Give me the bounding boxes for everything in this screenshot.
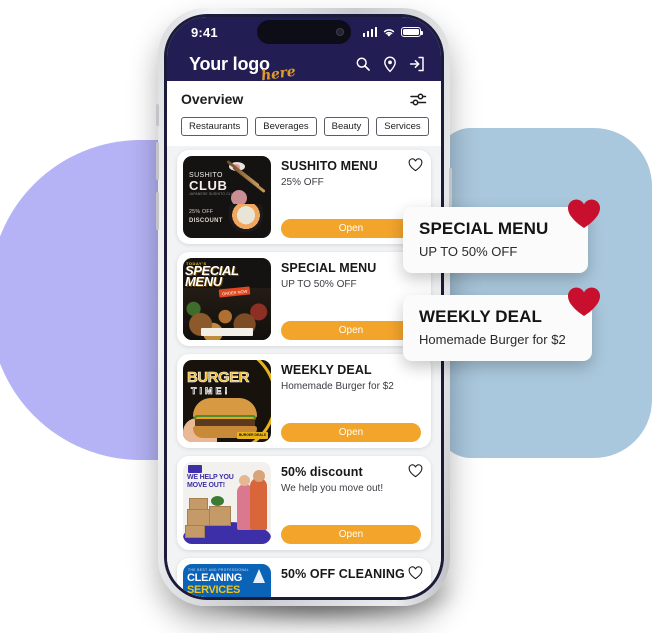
front-camera-icon <box>336 28 344 36</box>
offer-card-body: SPECIAL MENU UP TO 50% OFF Open <box>271 258 425 340</box>
thumbnail-headline: WE HELP YOU MOVE OUT! <box>187 474 234 489</box>
box-art <box>187 509 211 526</box>
dynamic-island <box>257 20 351 44</box>
offer-card-body: WEEKLY DEAL Homemade Burger for $2 Open <box>271 360 425 442</box>
thumbnail-brand: SUSHITO CLUB <box>189 172 228 193</box>
thumbnail-brand-line2: CLUB <box>189 178 228 193</box>
offer-title: SPECIAL MENU <box>281 261 377 275</box>
login-icon[interactable] <box>409 56 425 72</box>
person-head-art <box>239 475 250 486</box>
thumbnail-headline-line2: SERVICES <box>187 584 241 596</box>
filter-sliders-icon[interactable] <box>410 92 427 107</box>
phone-silent-switch <box>156 104 159 126</box>
offer-card-body: SUSHITO MENU 25% OFF Open <box>271 156 425 238</box>
offer-thumbnail-sushito: SUSHITO CLUB JAPANESE SUSHITO CLUB 25% O… <box>183 156 271 238</box>
offer-card-cleaning[interactable]: THE BEST AND PROFESSIONAL CLEANING SERVI… <box>177 558 431 597</box>
person-head-art <box>253 470 265 482</box>
offer-thumbnail-cleaning: THE BEST AND PROFESSIONAL CLEANING SERVI… <box>183 564 271 597</box>
truck-icon <box>188 465 202 473</box>
offer-open-button[interactable]: Open <box>281 525 421 544</box>
heart-outline-icon[interactable] <box>408 566 423 580</box>
offer-title: WEEKLY DEAL <box>281 363 372 377</box>
offer-card-weekly-deal[interactable]: BURGER TIME! BURGER DEALS WEEKLY DEAL Ho… <box>177 354 431 448</box>
thumbnail-promo-line2: DISCOUNT <box>189 218 223 224</box>
heart-filled-icon[interactable] <box>567 198 601 229</box>
background-blob-right <box>437 128 652 458</box>
poster-canvas: 9:41 Your logo here Overview Restaurants… <box>0 0 667 633</box>
box-art <box>185 525 205 538</box>
phone-volume-up-button <box>156 142 159 180</box>
cleaning-logo-icon <box>253 569 265 583</box>
overview-header: Overview <box>167 81 441 115</box>
page-title: Overview <box>181 91 244 107</box>
category-chip-list: Restaurants Beverages Beauty Services <box>167 115 441 146</box>
plant-art <box>211 496 224 506</box>
box-art <box>209 506 231 526</box>
offer-card-body: 50% OFF CLEANING <box>271 564 425 597</box>
thumbnail-promo-line1: 25% OFF <box>189 209 214 216</box>
app-logo: Your logo here <box>189 53 297 84</box>
heart-filled-icon[interactable] <box>567 286 601 317</box>
offer-card-list: SUSHITO CLUB JAPANESE SUSHITO CLUB 25% O… <box>167 146 441 597</box>
thumbnail-word2: TIME! <box>191 386 231 397</box>
offer-open-button[interactable]: Open <box>281 219 421 238</box>
offer-card-moving-discount[interactable]: WE HELP YOU MOVE OUT! 50% discount We he… <box>177 456 431 550</box>
person-art <box>250 478 267 530</box>
thumbnail-headline-line1: WE HELP YOU <box>187 474 234 481</box>
location-pin-icon[interactable] <box>383 55 397 73</box>
callout-title: WEEKLY DEAL <box>419 307 542 326</box>
offer-card-sushito[interactable]: SUSHITO CLUB JAPANESE SUSHITO CLUB 25% O… <box>177 150 431 244</box>
phone-screen: 9:41 Your logo here Overview Restaurants… <box>167 17 441 597</box>
offer-open-button[interactable]: Open <box>281 423 421 442</box>
callout-title: SPECIAL MENU <box>419 219 549 238</box>
callout-special-menu: SPECIAL MENU UP TO 50% OFF <box>403 207 588 273</box>
offer-thumbnail-moving: WE HELP YOU MOVE OUT! <box>183 462 271 544</box>
offer-thumbnail-weekly-deal: BURGER TIME! BURGER DEALS <box>183 360 271 442</box>
offer-card-body: 50% discount We help you move out! Open <box>271 462 425 544</box>
thumbnail-footer-tag <box>201 328 253 336</box>
content-sheet: Overview Restaurants Beverages Beauty Se… <box>167 81 441 597</box>
thumbnail-headline-line2: MOVE OUT! <box>187 481 225 489</box>
app-logo-main: Your logo <box>189 53 270 74</box>
thumbnail-promo: 25% OFF DISCOUNT <box>189 209 223 226</box>
app-bar: Your logo here <box>167 47 441 84</box>
thumbnail-corner-label: BURGER DEALS <box>236 431 268 439</box>
heart-outline-icon[interactable] <box>408 158 423 172</box>
offer-title: 50% OFF CLEANING <box>281 567 405 581</box>
thumbnail-word1: BURGER <box>187 369 250 387</box>
signal-bars-icon <box>362 27 377 37</box>
thumbnail-headline: SPECIAL MENU <box>185 264 239 288</box>
offer-subtitle: UP TO 50% OFF <box>281 279 357 290</box>
offer-open-button[interactable]: Open <box>281 321 421 340</box>
battery-icon <box>401 27 424 37</box>
app-bar-actions <box>355 55 425 73</box>
offer-title: SUSHITO MENU <box>281 159 378 173</box>
search-icon[interactable] <box>355 56 371 72</box>
category-chip-restaurants[interactable]: Restaurants <box>181 117 249 136</box>
phone-volume-down-button <box>156 192 159 230</box>
status-bar-indicators <box>362 27 424 38</box>
offer-subtitle: 25% OFF <box>281 177 324 188</box>
offer-subtitle: We help you move out! <box>281 483 384 494</box>
thumbnail-brand-tiny: JAPANESE SUSHITO CLUB <box>189 192 237 196</box>
heart-outline-icon[interactable] <box>408 464 423 478</box>
offer-thumbnail-special-menu: TODAY'S SPECIAL MENU ORDER NOW <box>183 258 271 340</box>
sushi-roll-art <box>229 204 263 232</box>
callout-subtitle: Homemade Burger for $2 <box>419 332 566 347</box>
app-top-nav: 9:41 Your logo here <box>167 17 441 84</box>
offer-title: 50% discount <box>281 465 363 479</box>
phone-bezel: 9:41 Your logo here Overview Restaurants… <box>164 14 444 600</box>
wifi-icon <box>383 28 395 37</box>
status-bar: 9:41 <box>167 17 441 47</box>
status-bar-time: 9:41 <box>191 24 218 40</box>
thumbnail-headline-line1: CLEANING <box>187 572 243 584</box>
offer-subtitle: Homemade Burger for $2 <box>281 381 394 392</box>
callout-subtitle: UP TO 50% OFF <box>419 244 518 259</box>
offer-card-special-menu[interactable]: TODAY'S SPECIAL MENU ORDER NOW SPECIAL M… <box>177 252 431 346</box>
category-chip-beverages[interactable]: Beverages <box>255 117 317 136</box>
category-chip-services[interactable]: Services <box>376 117 429 136</box>
category-chip-beauty[interactable]: Beauty <box>323 117 370 136</box>
callout-weekly-deal: WEEKLY DEAL Homemade Burger for $2 <box>403 295 592 361</box>
